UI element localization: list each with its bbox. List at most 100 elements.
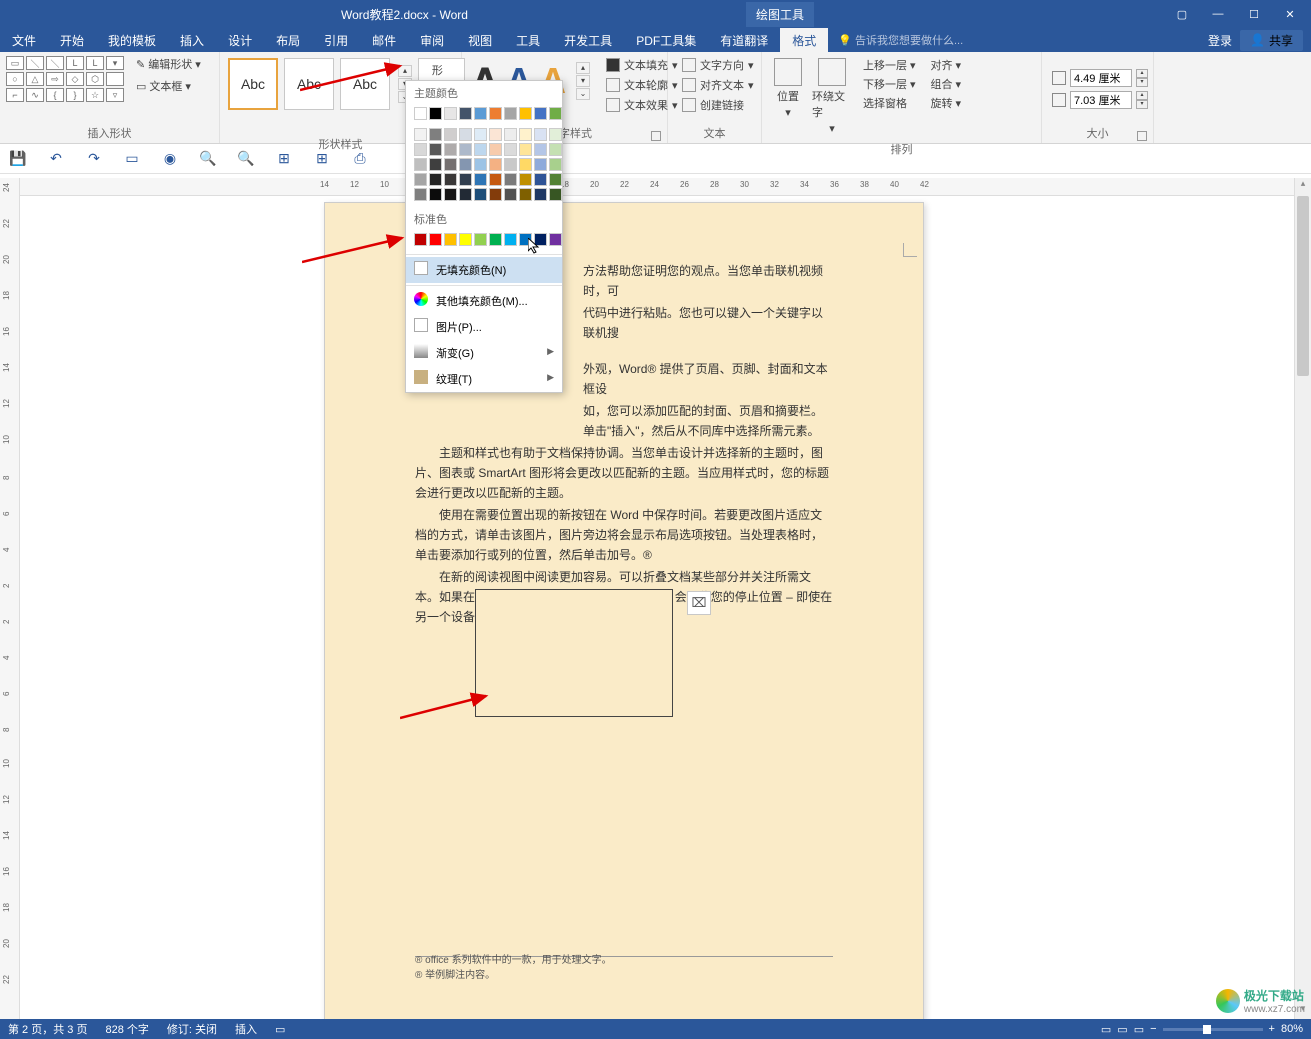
edit-shape-button[interactable]: ✎编辑形状 ▾ bbox=[132, 54, 205, 74]
scrollbar-thumb[interactable] bbox=[1297, 196, 1309, 376]
color-swatch[interactable] bbox=[459, 143, 472, 156]
color-swatch[interactable] bbox=[504, 158, 517, 171]
tab-translate[interactable]: 有道翻译 bbox=[708, 28, 780, 53]
qat-button[interactable]: ▭ bbox=[122, 149, 142, 169]
gallery-up-button[interactable]: ▴ bbox=[576, 62, 590, 74]
color-swatch[interactable] bbox=[489, 188, 502, 201]
color-swatch[interactable] bbox=[504, 128, 517, 141]
color-swatch[interactable] bbox=[549, 188, 562, 201]
spin-down[interactable]: ▾ bbox=[1136, 78, 1148, 87]
dialog-launcher[interactable] bbox=[1137, 131, 1147, 141]
zoom-level[interactable]: 80% bbox=[1281, 1023, 1303, 1035]
shape-item[interactable]: { bbox=[46, 88, 64, 102]
color-swatch[interactable] bbox=[474, 188, 487, 201]
shape-item[interactable]: ＼ bbox=[26, 56, 44, 70]
width-field[interactable]: ▴▾ bbox=[1052, 91, 1148, 109]
color-swatch[interactable] bbox=[459, 158, 472, 171]
minimize-button[interactable]: — bbox=[1201, 2, 1235, 26]
color-swatch[interactable] bbox=[414, 143, 427, 156]
maximize-button[interactable]: ☐ bbox=[1237, 2, 1271, 26]
color-swatch[interactable] bbox=[474, 107, 487, 120]
shape-item[interactable]: ▾ bbox=[106, 56, 124, 70]
shape-style-gallery[interactable]: Abc Abc Abc ▴ ▾ ⌄ bbox=[224, 54, 416, 114]
color-swatch[interactable] bbox=[519, 173, 532, 186]
color-swatch[interactable] bbox=[504, 173, 517, 186]
height-input[interactable] bbox=[1070, 69, 1132, 87]
redo-button[interactable]: ↷ bbox=[84, 149, 104, 169]
color-swatch[interactable] bbox=[444, 107, 457, 120]
shape-item[interactable]: ⌐ bbox=[6, 88, 24, 102]
style-item[interactable]: Abc bbox=[340, 58, 390, 110]
page-indicator[interactable]: 第 2 页，共 3 页 bbox=[8, 1021, 87, 1037]
track-changes-status[interactable]: 修订: 关闭 bbox=[167, 1021, 217, 1037]
rotate-button[interactable]: 旋转 ▾ bbox=[924, 94, 966, 112]
color-swatch[interactable] bbox=[504, 188, 517, 201]
dialog-launcher[interactable] bbox=[651, 131, 661, 141]
tab-design[interactable]: 设计 bbox=[216, 28, 264, 53]
selected-rectangle-shape[interactable] bbox=[475, 589, 673, 717]
color-swatch[interactable] bbox=[489, 143, 502, 156]
tab-pdf-tools[interactable]: PDF工具集 bbox=[624, 28, 708, 53]
view-read-mode[interactable]: ▭ bbox=[1101, 1023, 1111, 1036]
color-swatch[interactable] bbox=[549, 107, 562, 120]
word-count[interactable]: 828 个字 bbox=[105, 1021, 148, 1037]
shape-item[interactable]: ◇ bbox=[66, 72, 84, 86]
position-button[interactable]: 位置▾ bbox=[766, 54, 810, 123]
color-swatch[interactable] bbox=[549, 143, 562, 156]
color-swatch[interactable] bbox=[519, 188, 532, 201]
view-print-layout[interactable]: ▭ bbox=[1117, 1023, 1127, 1036]
shape-item[interactable]: ☆ bbox=[86, 88, 104, 102]
tab-file[interactable]: 文件 bbox=[0, 28, 48, 53]
color-swatch[interactable] bbox=[534, 107, 547, 120]
view-web-layout[interactable]: ▭ bbox=[1134, 1023, 1144, 1036]
vertical-scrollbar[interactable]: ▴ ▾ bbox=[1294, 178, 1311, 1019]
status-icon[interactable]: ▭ bbox=[275, 1023, 285, 1036]
tab-home[interactable]: 开始 bbox=[48, 28, 96, 53]
tab-mailings[interactable]: 邮件 bbox=[360, 28, 408, 53]
color-swatch[interactable] bbox=[519, 158, 532, 171]
color-swatch[interactable] bbox=[429, 158, 442, 171]
color-swatch[interactable] bbox=[504, 143, 517, 156]
color-swatch[interactable] bbox=[534, 173, 547, 186]
color-swatch[interactable] bbox=[534, 143, 547, 156]
color-swatch[interactable] bbox=[459, 128, 472, 141]
shape-item[interactable]: L bbox=[66, 56, 84, 70]
qat-button[interactable]: 🔍 bbox=[198, 149, 218, 169]
tab-templates[interactable]: 我的模板 bbox=[96, 28, 168, 53]
layout-options-button[interactable]: ⌧ bbox=[687, 591, 711, 615]
color-swatch[interactable] bbox=[549, 128, 562, 141]
shape-item[interactable]: ＼ bbox=[46, 56, 64, 70]
zoom-slider[interactable] bbox=[1163, 1028, 1263, 1031]
color-swatch[interactable] bbox=[534, 158, 547, 171]
tab-format[interactable]: 格式 bbox=[780, 28, 828, 53]
tab-review[interactable]: 审阅 bbox=[408, 28, 456, 53]
shapes-gallery[interactable]: ▭＼＼LL▾ ○△⇨◇⬡ ⌐∿{}☆▿ bbox=[4, 54, 126, 104]
color-swatch[interactable] bbox=[459, 188, 472, 201]
spin-down[interactable]: ▾ bbox=[1136, 100, 1148, 109]
ribbon-options-button[interactable]: ▢ bbox=[1165, 2, 1199, 26]
color-swatch[interactable] bbox=[549, 158, 562, 171]
no-fill-option[interactable]: 无填充颜色(N) bbox=[406, 257, 562, 283]
color-swatch[interactable] bbox=[474, 173, 487, 186]
color-swatch[interactable] bbox=[444, 233, 457, 246]
shape-item[interactable]: ▿ bbox=[106, 88, 124, 102]
color-swatch[interactable] bbox=[429, 233, 442, 246]
gradient-fill-option[interactable]: 渐变(G)▶ bbox=[406, 340, 562, 366]
color-swatch[interactable] bbox=[489, 128, 502, 141]
wrap-text-button[interactable]: 环绕文字▾ bbox=[810, 54, 854, 139]
tab-insert[interactable]: 插入 bbox=[168, 28, 216, 53]
color-swatch[interactable] bbox=[504, 233, 517, 246]
color-swatch[interactable] bbox=[489, 233, 502, 246]
contextual-tab-drawing-tools[interactable]: 绘图工具 bbox=[746, 2, 814, 27]
shape-item[interactable]: ∿ bbox=[26, 88, 44, 102]
color-swatch[interactable] bbox=[429, 188, 442, 201]
picture-fill-option[interactable]: 图片(P)... bbox=[406, 314, 562, 340]
color-swatch[interactable] bbox=[504, 107, 517, 120]
tab-tools[interactable]: 工具 bbox=[504, 28, 552, 53]
shape-item[interactable]: L bbox=[86, 56, 104, 70]
selection-pane-button[interactable]: 选择窗格 bbox=[856, 94, 920, 112]
tab-view[interactable]: 视图 bbox=[456, 28, 504, 53]
color-swatch[interactable] bbox=[429, 143, 442, 156]
footnotes[interactable]: ® office 系列软件中的一款，用于处理文字。 ® 举例脚注内容。 bbox=[415, 951, 612, 981]
color-swatch[interactable] bbox=[444, 143, 457, 156]
